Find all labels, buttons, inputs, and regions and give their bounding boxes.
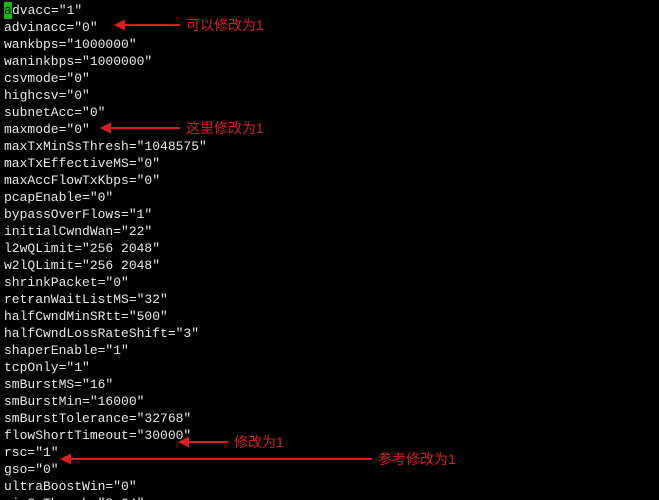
config-line: retranWaitListMS="32": [4, 291, 655, 308]
config-line: initialCwndWan="22": [4, 223, 655, 240]
config-line: tcpOnly="1": [4, 359, 655, 376]
config-line: csvmode="0": [4, 70, 655, 87]
config-line: smBurstMS="16": [4, 376, 655, 393]
config-line: bypassOverFlows="1": [4, 206, 655, 223]
terminal-output[interactable]: advacc="1"advinacc="0"wankbps="1000000"w…: [0, 0, 659, 500]
config-line: l2wQLimit="256 2048": [4, 240, 655, 257]
config-line: subnetAcc="0": [4, 104, 655, 121]
config-line: shaperEnable="1": [4, 342, 655, 359]
config-line: advinacc="0": [4, 19, 655, 36]
config-line: flowShortTimeout="30000": [4, 427, 655, 444]
config-line: w2lQLimit="256 2048": [4, 257, 655, 274]
config-line: maxmode="0": [4, 121, 655, 138]
cursor: a: [4, 2, 12, 19]
config-line: maxTxEffectiveMS="0": [4, 155, 655, 172]
config-line: gso="0": [4, 461, 655, 478]
config-line: pcapEnable="0": [4, 189, 655, 206]
config-line: halfCwndLossRateShift="3": [4, 325, 655, 342]
config-line: maxAccFlowTxKbps="0": [4, 172, 655, 189]
config-line: ultraBoostWin="0": [4, 478, 655, 495]
config-line: wankbps="1000000": [4, 36, 655, 53]
config-line: highcsv="0": [4, 87, 655, 104]
config-line: maxTxMinSsThresh="1048575": [4, 138, 655, 155]
config-line: waninkbps="1000000": [4, 53, 655, 70]
config-line: smBurstTolerance="32768": [4, 410, 655, 427]
config-text: dvacc="1": [12, 3, 82, 18]
config-line: minSsThresh="8 24": [4, 495, 655, 500]
config-line: smBurstMin="16000": [4, 393, 655, 410]
config-line: rsc="1": [4, 444, 655, 461]
config-line: halfCwndMinSRtt="500": [4, 308, 655, 325]
config-line: advacc="1": [4, 2, 655, 19]
config-line: shrinkPacket="0": [4, 274, 655, 291]
